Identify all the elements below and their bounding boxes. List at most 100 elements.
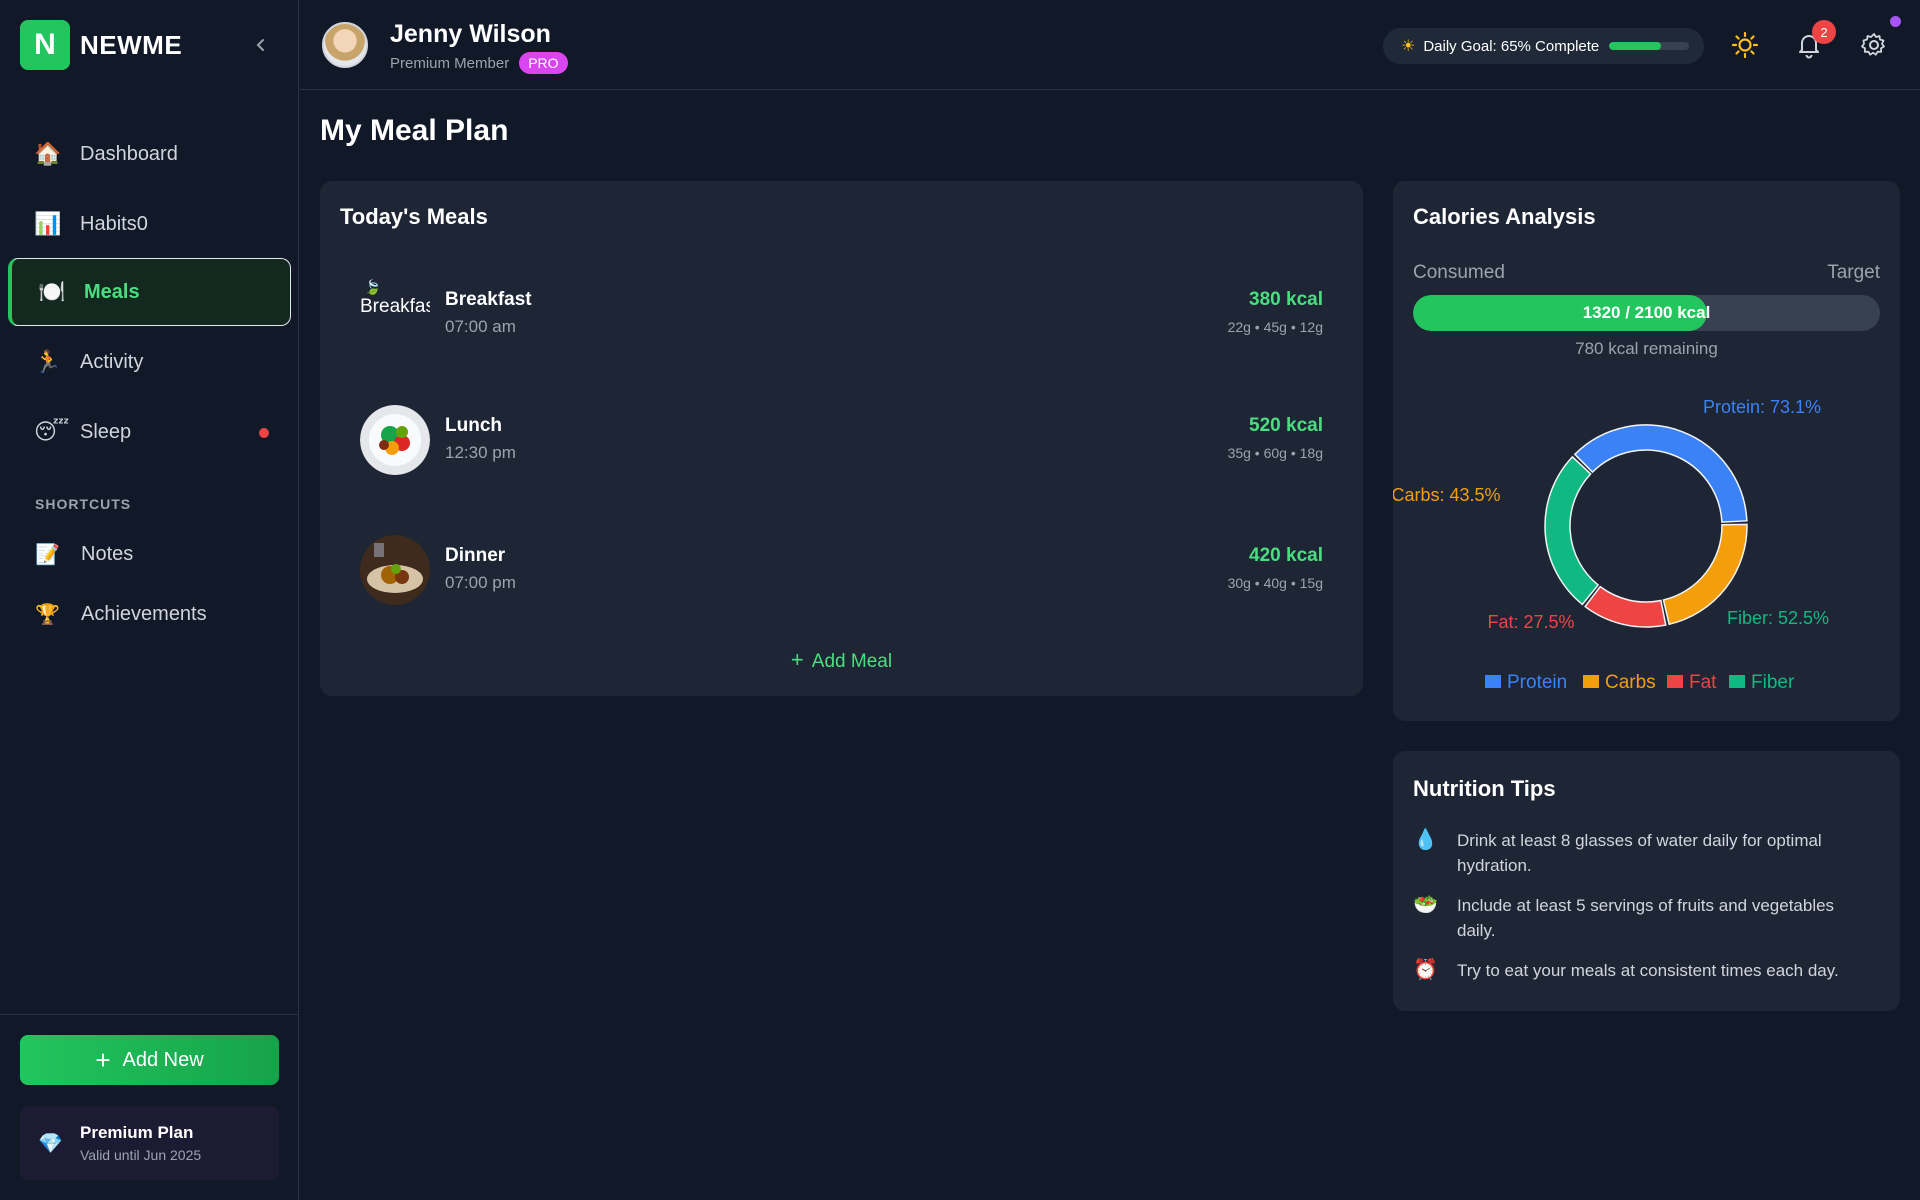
- top-header: Jenny Wilson Premium Member PRO ☀ Daily …: [300, 0, 1920, 90]
- settings-button[interactable]: [1857, 28, 1891, 62]
- meal-row-lunch[interactable]: Lunch 12:30 pm 520 kcal 35g • 60g • 18g: [360, 405, 1323, 477]
- alert-dot: [259, 428, 269, 438]
- legend-label-fat[interactable]: Fat: [1689, 672, 1717, 693]
- page-title: My Meal Plan: [320, 114, 509, 147]
- tip-item: ⏰ Try to eat your meals at consistent ti…: [1413, 958, 1853, 983]
- calories-analysis-card: Calories Analysis Consumed Target 1320 /…: [1393, 181, 1900, 721]
- runner-icon: 🏃: [34, 349, 62, 374]
- sidebar-item-label: Sleep: [80, 420, 132, 443]
- avatar[interactable]: [322, 22, 368, 68]
- sidebar-item-habits[interactable]: 📊 Habits0: [8, 190, 291, 258]
- tip-item: 💧 Drink at least 8 glasses of water dail…: [1413, 828, 1853, 878]
- salad-bowl-image: [360, 405, 430, 475]
- pro-badge: PRO: [519, 52, 568, 74]
- sleepy-face-icon: 😴: [34, 419, 70, 444]
- chart-icon: 📊: [34, 211, 62, 236]
- meal-time: 07:00 pm: [445, 573, 516, 592]
- droplet-icon: 💧: [1413, 829, 1438, 851]
- premium-plan-card[interactable]: 💎 Premium Plan Valid until Jun 2025: [20, 1106, 279, 1180]
- sidebar-item-label: Habits0: [80, 212, 148, 235]
- house-icon: 🏠: [34, 141, 62, 166]
- donut-label-fiber: Fiber: 52.5%: [1727, 608, 1829, 628]
- theme-toggle-button[interactable]: [1728, 28, 1762, 62]
- legend-label-carbs[interactable]: Carbs: [1605, 672, 1656, 693]
- daily-goal-progress-fill: [1609, 42, 1662, 50]
- shortcuts-heading: SHORTCUTS: [35, 496, 132, 512]
- lunch-image: [360, 405, 430, 475]
- plus-icon: +: [95, 1044, 111, 1075]
- brand-logo: N: [20, 20, 70, 70]
- breakfast-image-alt: Breakfast: [360, 296, 430, 317]
- dinner-plate-image: [360, 535, 430, 605]
- status-dot: [1890, 16, 1901, 27]
- plus-icon: +: [790, 647, 804, 672]
- donut-slice-protein[interactable]: [1573, 424, 1748, 523]
- meal-macros: 30g • 40g • 15g: [1227, 575, 1323, 591]
- daily-goal-pill[interactable]: ☀ Daily Goal: 65% Complete: [1383, 28, 1704, 64]
- tip-item: 🥗 Include at least 5 servings of fruits …: [1413, 893, 1853, 943]
- premium-plan-validity: Valid until Jun 2025: [80, 1147, 202, 1163]
- sidebar: N NEWME 🏠 Dashboard 📊 Habits0 🍽️ Meals 🏃…: [0, 0, 299, 1200]
- legend-label-fiber[interactable]: Fiber: [1751, 672, 1795, 693]
- legend-swatch-protein[interactable]: [1485, 675, 1501, 688]
- add-new-label: Add New: [122, 1048, 204, 1071]
- chevron-left-icon: [256, 39, 264, 51]
- meal-row-dinner[interactable]: Dinner 07:00 pm 420 kcal 30g • 40g • 15g: [360, 535, 1323, 607]
- meal-row-breakfast[interactable]: 🍃 Breakfast Breakfast 07:00 am 380 kcal …: [360, 279, 1323, 351]
- sidebar-item-label: Dashboard: [80, 142, 178, 165]
- trophy-icon: 🏆: [35, 603, 60, 626]
- notification-count-badge: 2: [1812, 20, 1836, 44]
- sun-small-icon: ☀: [1401, 38, 1416, 55]
- user-subtitle: Premium Member PRO: [390, 52, 568, 74]
- collapse-sidebar-button[interactable]: [248, 32, 274, 58]
- meal-macros: 22g • 45g • 12g: [1227, 319, 1323, 335]
- alarm-clock-icon: ⏰: [1413, 959, 1438, 981]
- meal-kcal: 380 kcal: [1249, 289, 1323, 310]
- shortcut-notes[interactable]: 📝 Notes: [35, 534, 133, 574]
- sidebar-footer: + Add New 💎 Premium Plan Valid until Jun…: [0, 1014, 299, 1200]
- meal-name: Lunch: [445, 415, 502, 436]
- dinner-image: [360, 535, 430, 605]
- memo-icon: 📝: [35, 543, 60, 566]
- daily-goal-progress: [1609, 42, 1690, 50]
- shortcut-label: Notes: [81, 542, 134, 565]
- legend-swatch-carbs[interactable]: [1583, 675, 1599, 688]
- card-title: Nutrition Tips: [1413, 776, 1556, 801]
- legend-swatch-fat[interactable]: [1667, 675, 1683, 688]
- brand[interactable]: N NEWME: [20, 20, 182, 70]
- meal-name: Dinner: [445, 545, 506, 566]
- add-meal-label: Add Meal: [811, 651, 893, 672]
- daily-goal-text: Daily Goal: 65% Complete: [1423, 37, 1600, 55]
- plate-icon: 🍽️: [38, 279, 66, 304]
- sidebar-item-sleep[interactable]: 😴 Sleep: [8, 398, 291, 466]
- gear-icon: [1861, 33, 1885, 56]
- donut-slice-fat[interactable]: [1584, 585, 1667, 628]
- donut-slice-fiber[interactable]: [1544, 455, 1600, 606]
- tip-text: Try to eat your meals at consistent time…: [1457, 961, 1839, 980]
- sidebar-item-label: Activity: [80, 350, 144, 373]
- meal-time: 12:30 pm: [445, 443, 516, 462]
- sidebar-item-dashboard[interactable]: 🏠 Dashboard: [8, 120, 291, 188]
- todays-meals-card: Today's Meals 🍃 Breakfast Breakfast 07:0…: [320, 181, 1363, 696]
- meal-kcal: 520 kcal: [1249, 415, 1323, 436]
- add-meal-button[interactable]: + Add Meal: [320, 647, 1363, 673]
- sidebar-item-meals[interactable]: 🍽️ Meals: [8, 258, 291, 326]
- meal-name: Breakfast: [445, 289, 532, 310]
- donut-label-carbs: Carbs: 43.5%: [1393, 485, 1501, 505]
- broken-image-icon: 🍃: [364, 279, 382, 295]
- sidebar-item-label: Meals: [84, 280, 140, 303]
- user-name: Jenny Wilson: [390, 20, 551, 48]
- meal-kcal: 420 kcal: [1249, 545, 1323, 566]
- brand-name: NEWME: [80, 29, 183, 60]
- donut-label-fat: Fat: 27.5%: [1487, 612, 1574, 632]
- add-new-button[interactable]: + Add New: [20, 1035, 279, 1085]
- macro-donut-chart: Protein: 73.1% Carbs: 43.5% Fat: 27.5% Fibe…: [1393, 397, 1829, 693]
- tip-text: Drink at least 8 glasses of water daily …: [1457, 831, 1822, 875]
- sidebar-item-activity[interactable]: 🏃 Activity: [8, 328, 291, 396]
- nutrition-tips-card: Nutrition Tips 💧 Drink at least 8 glasse…: [1393, 751, 1900, 1011]
- legend-swatch-fiber[interactable]: [1729, 675, 1745, 688]
- shortcut-achievements[interactable]: 🏆 Achievements: [35, 594, 207, 634]
- premium-plan-title: Premium Plan: [80, 1123, 194, 1142]
- meal-macros: 35g • 60g • 18g: [1227, 445, 1323, 461]
- legend-label-protein[interactable]: Protein: [1507, 672, 1567, 693]
